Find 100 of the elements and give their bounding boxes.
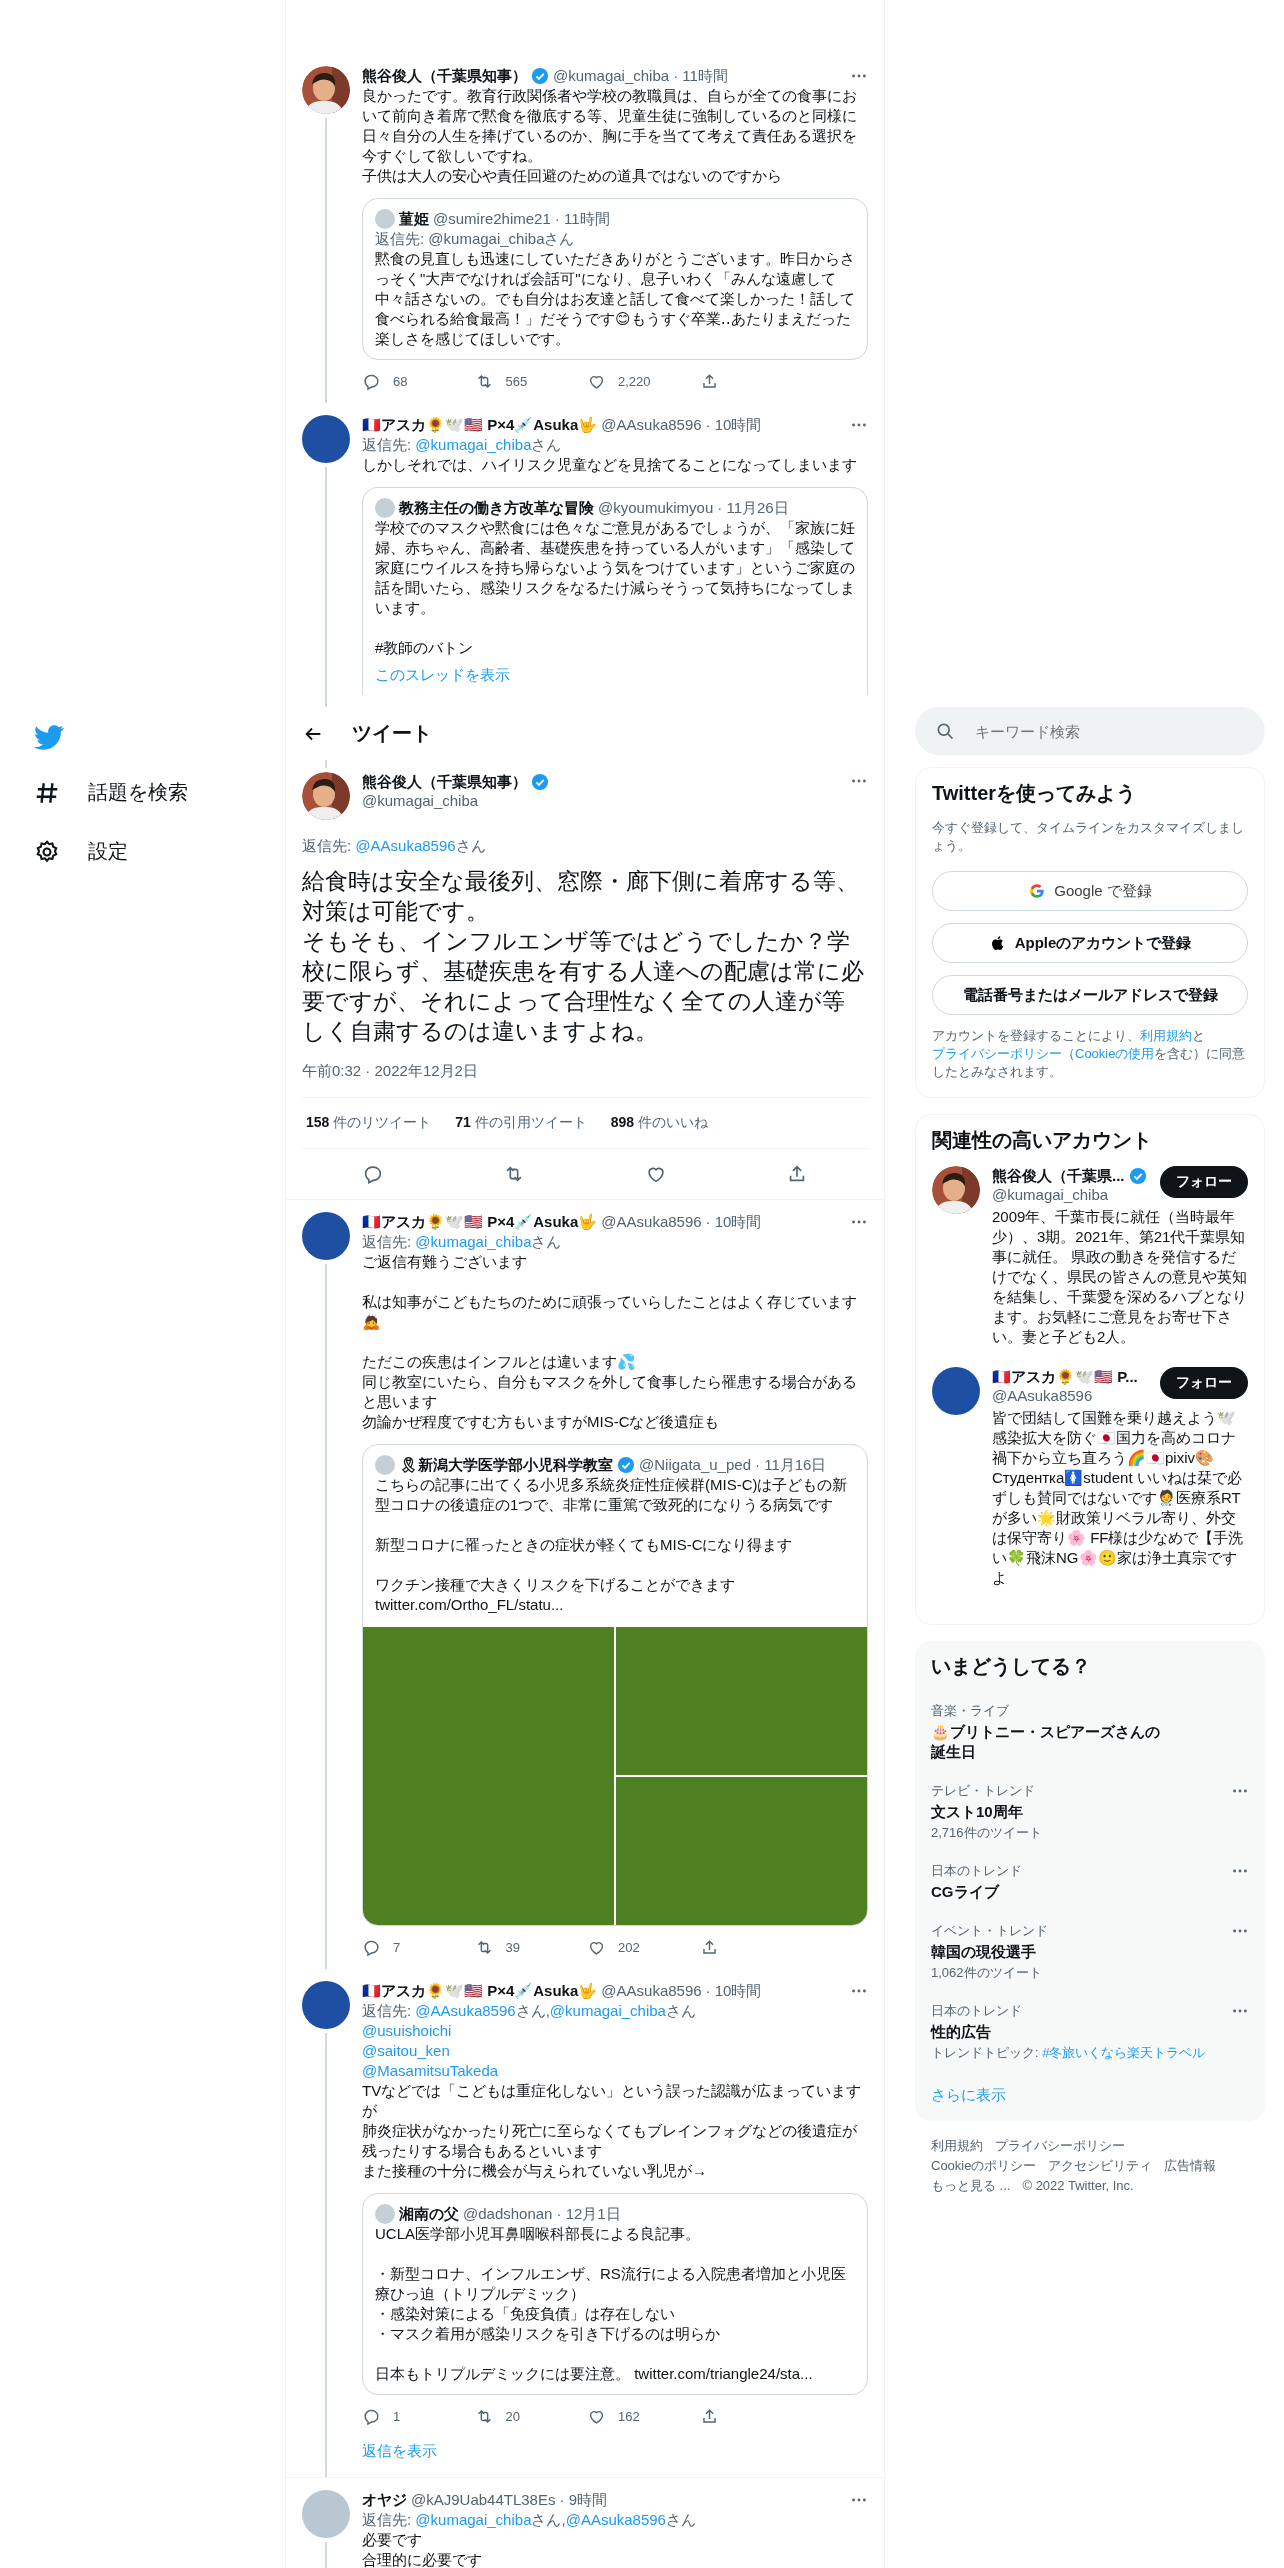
post-timestamp[interactable]: 午前0:32 · 2022年12月2日 — [302, 1062, 868, 1081]
quoted-tweet-card[interactable]: 湘南の父 @dadshonan · 12月1日 UCLA医学部小児耳鼻咽喉科部長による良記事。 ・新型コロナ、インフルエンザ、RS流行による入院患者増加と小児医療ひっ迫（トリプルデミック） ・感染対策による「免疫負債」は存在しない ・マスク着用が感染リスクを引き下げるのは明らか 日本もトリプルデミックには要注意。 twitter.com/triangle24/sta... — [362, 2193, 868, 2395]
tweet-text: 日本もトリプルデミックには要注意。 twitter.com/triangle24/sta... — [375, 2364, 814, 2384]
tweet-text: 学校でのマスクや黙食には色々なご意見があるでしょうが、「家族に妊婦、赤ちゃん、高齢者、基礎疾患を持っている人がいます」「感染して家庭にウイルスを持ち帰らないよう気をつけています」というご家庭の話を聞いたら、感染リスクをなるたけ減らそうって気持ちになってしまいます。 — [375, 518, 855, 618]
reply-to-text: 返信先: @AAsuka8596さん — [302, 836, 487, 856]
post-time[interactable]: · 9時間 — [559, 2490, 607, 2510]
post-time[interactable]: · 10時間 — [705, 1981, 762, 2001]
post-time[interactable]: · 11時間 — [673, 66, 728, 86]
nav-item[interactable]: 設定 — [34, 834, 128, 869]
trend-title[interactable]: 文スト10周年 — [931, 1802, 1166, 1822]
tweet-text: 良かったです。教育行政関係者や学校の教職員は、自らが全ての食事において前向き着席で黙食を徹底する等、児童生徒に強制しているのと同様に日々自分の人生を捧げているのか、胸に手を当てて考えて責任ある選択を今すぐして欲しいですね。 子供は大人の安心や責任回避のための道具ではないのですから — [362, 86, 858, 186]
reply-to-text: 返信先: @kumagai_chibaさん — [362, 435, 563, 455]
post-time[interactable]: · 10時間 — [705, 1212, 762, 1232]
user-name[interactable]: 🇫🇷アスカ🌻🕊🇺🇸 P... — [992, 1367, 1138, 1387]
reply-button[interactable]: 7 — [362, 1938, 401, 1957]
retweet-button[interactable]: 39 — [474, 1938, 520, 1957]
tweet-text: UCLA医学部小児耳鼻咽喉科部長による良記事。 — [375, 2224, 701, 2244]
user-bio: 皆で団結して国難を乗り越えよう🕊感染拡大を防ぐ🇯🇵国力を高めコロナ禍下から立ち直ろう🌈🇯🇵pixiv🎨Студентка🚺student いいねは栞で必ずしも賛同ではないです🧑‍⚕医療系RTが多い🌟財政策リベラル寄り、外交は保守寄り🌸 FF様は少なめで【手洗い🍀飛沫NG🌸🙂家は浄土真宗ですよ — [992, 1408, 1245, 1588]
avatar[interactable] — [302, 1981, 350, 2029]
avatar — [375, 2204, 395, 2224]
reply-to-text: 返信先: @kumagai_chibaさん — [362, 1232, 563, 1252]
post-time[interactable]: · 10時間 — [705, 415, 762, 435]
stat-link[interactable]: 898 件のいいね — [610, 1114, 708, 1132]
user-name[interactable]: 熊谷俊人（千葉県... — [992, 1166, 1125, 1186]
signup-text: 今すぐ登録して、タイムラインをカスタマイズしましょう。 — [932, 819, 1245, 855]
user-handle[interactable]: @AAsuka8596 — [601, 415, 702, 435]
copyright-text: © 2022 Twitter, Inc. — [1022, 2177, 1134, 2195]
footer-link[interactable]: Cookieのポリシー — [931, 2157, 1037, 2175]
nav-item[interactable]: 話題を検索 — [34, 775, 188, 810]
reply-to-text: 返信先: @AAsuka8596さん,@kumagai_chibaさん — [362, 2001, 697, 2021]
user-handle[interactable]: @kumagai_chiba — [362, 792, 838, 809]
user-name[interactable]: 熊谷俊人（千葉県知事） — [362, 772, 527, 792]
user-name[interactable]: 🇫🇷アスカ🌻🕊🇺🇸 P×4💉Asuka🤟 — [362, 1981, 598, 2001]
tweet-text: @usuishoichi @saitou_ken @MasamitsuTakeda TVなどでは「こどもは重症化しない」という誤った認識が広まっていますが 肺炎症状がなかったり死亡に至らなくてもブレインフォグなどの後遺症が残ったりする場合もあるといいます また接種の十分に機会が与えられていない乳児が→ — [362, 2021, 863, 2181]
retweet-button[interactable]: 565 — [474, 372, 528, 391]
user-handle[interactable]: @kumagai_chiba — [553, 66, 670, 86]
tweet-text: 新型コロナに罹ったときの症状が軽くてもMIS-Cになり得ます — [375, 1535, 794, 1555]
user-name[interactable]: オヤジ — [362, 2490, 407, 2510]
follow-button[interactable]: フォロー — [1160, 1166, 1248, 1198]
follow-button[interactable]: フォロー — [1160, 1367, 1248, 1399]
reply-button[interactable]: 68 — [362, 372, 408, 391]
avatar[interactable] — [302, 415, 350, 463]
trend-category: 日本のトレンド — [931, 1862, 1023, 1880]
user-handle[interactable]: @kAJ9Uab44TL38Es — [411, 2490, 556, 2510]
page-title: ツイート — [352, 721, 432, 746]
reply-button[interactable]: 1 — [362, 2407, 401, 2426]
tweet-text: ご返信有難うございます — [362, 1252, 528, 1272]
footer-link[interactable]: もっと見る ... — [931, 2177, 1011, 2195]
user-name[interactable]: 🇫🇷アスカ🌻🕊🇺🇸 P×4💉Asuka🤟 — [362, 415, 598, 435]
stat-link[interactable]: 71 件の引用ツイート — [455, 1114, 587, 1132]
tweet-text: 黙食の見直しも迅速にしていただきありがとうございます。昨日からさっそく"大声でなければ会話可"になり、息子いわく「みんな遠慮して中々話さないの。でも自分はお友達と話して食べて楽しかった！話して食べられる給食最高！」だそうです😊もうすぐ卒業‥あたりまえだった楽しさを感じてほしいです。 — [375, 249, 855, 349]
tweet-text: 私は知事がこどもたちのために頑張っていらしたことはよく存じています🙇 — [362, 1292, 858, 1332]
tweet-count: 1,062件のツイート — [931, 1964, 1043, 1982]
quoted-tweet-card[interactable]: 教務主任の働き方改革な冒険 @kyoumukimyou · 11月26日 学校でのマスクや黙食には色々なご意見があるでしょうが、「家族に妊婦、赤ちゃん、高齢者、基礎疾患を持っている人がいます」「感染して家庭にウイルスを持ち帰らないよう気をつけています」というご家庭の話を聞いたら、感染リスクをなるたけ減らそうって気持ちになってしまいます。 #教師のバトン このスレッドを表示 — [362, 487, 868, 695]
card-title: 関連性の高いアカウント — [932, 1128, 1153, 1153]
signup-button[interactable]: Google で登録 — [932, 871, 1248, 911]
post-time: · 11月16日 — [755, 1455, 827, 1475]
user-handle[interactable]: @kumagai_chiba — [992, 1186, 1152, 1203]
user-handle[interactable]: @AAsuka8596 — [601, 1981, 702, 2001]
tweet-text: ワクチン接種で大きくリスクを下げることができます twitter.com/Ortho_FL/statu... — [375, 1575, 736, 1615]
footer-link[interactable]: 広告情報 — [1164, 2157, 1217, 2175]
signup-button[interactable]: 電話番号またはメールアドレスで登録 — [932, 975, 1248, 1015]
tweet-text: 給食時は安全な最後列、窓際・廊下側に着席する等、対策は可能です。 そもそも、インフルエンザ等ではどうでしたか？学校に限らず、基礎疾患を有する人達への配慮は常に必要ですが、それによって合理性なく全ての人達が等しく自粛するのは違いますよね。 — [302, 867, 865, 1046]
user-handle[interactable]: @AAsuka8596 — [992, 1387, 1152, 1404]
like-button[interactable]: 202 — [587, 1938, 640, 1957]
retweet-button[interactable]: 20 — [474, 2407, 520, 2426]
search-field[interactable]: キーワード検索 — [915, 707, 1265, 755]
signup-button[interactable]: Appleのアカウントで登録 — [932, 923, 1248, 963]
settings-icon — [34, 838, 60, 865]
trend-title[interactable]: 🎂ブリトニー・スピアーズさんの誕生日 — [931, 1722, 1166, 1762]
speech-bubble-icon — [362, 1938, 381, 1957]
user-name[interactable]: 🇫🇷アスカ🌻🕊🇺🇸 P×4💉Asuka🤟 — [362, 1212, 598, 1232]
like-button[interactable]: 2,220 — [587, 372, 651, 391]
search-icon — [935, 721, 955, 741]
user-name: 菫姫 — [399, 209, 429, 229]
trend-category: テレビ・トレンド — [931, 1782, 1036, 1800]
trend-title[interactable]: CGライブ — [931, 1882, 1166, 1902]
avatar — [375, 498, 395, 518]
quoted-tweet-card[interactable]: 菫姫 @sumire2hime21 · 11時間 返信先: @kumagai_chibaさん 黙食の見直しも迅速にしていただきありがとうございます。昨日からさっそく"大声でなければ会話可"になり、息子いわく「みんな遠慮して中々話さないの。でも自分はお友達と話して食べて楽しかった！話して食べられる給食最高！」だそうです😊もうすぐ卒業‥あたりまえだった楽しさを感じてほしいです。 — [362, 198, 868, 360]
avatar[interactable] — [932, 1367, 980, 1415]
card-title: Twitterを使ってみよう — [932, 781, 1138, 806]
reply-to-text: 返信先: @kumagai_chibaさん — [375, 229, 576, 249]
tweet-text: こちらの記事に出てくる小児多系統炎症性症候群(MIS-C)は子どもの新型コロナの後遺症の1つで、非常に重篤で致死的になりうる病気です — [375, 1475, 849, 1515]
trend-topic: トレンドトピック: #冬旅いくなら楽天トラベル — [931, 2044, 1207, 2062]
user-handle[interactable]: @AAsuka8596 — [601, 1212, 702, 1232]
footer-link[interactable]: アクセシビリティ — [1048, 2157, 1153, 2175]
avatar[interactable] — [302, 1212, 350, 1260]
tweet-text: 必要です 合理的に必要です — [362, 2530, 483, 2568]
stat-link[interactable]: 158 件のリツイート — [306, 1114, 432, 1132]
footer-link[interactable]: 利用規約 — [931, 2137, 983, 2155]
user-handle: @kyoumukimyou — [598, 498, 714, 518]
user-name[interactable]: 熊谷俊人（千葉県知事） — [362, 66, 527, 86]
tweet-text: #教師のバトン — [375, 638, 475, 658]
like-button[interactable]: 162 — [587, 2407, 640, 2426]
avatar — [375, 1455, 395, 1475]
footer-link[interactable]: プライバシーポリシー — [995, 2137, 1125, 2155]
trend-title[interactable]: 韓国の現役選手 — [931, 1942, 1166, 1962]
tweet-text: しかしそれでは、ハイリスク児童などを見捨てることになってしまいます — [362, 455, 858, 475]
trend-title[interactable]: 性的広告 — [931, 2022, 1166, 2042]
post-time: · 12月1日 — [556, 2204, 621, 2224]
